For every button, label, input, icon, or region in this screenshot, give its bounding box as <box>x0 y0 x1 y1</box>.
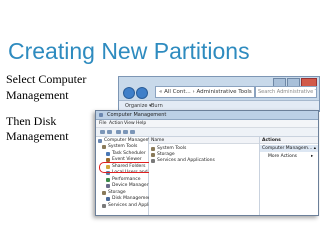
tree-item-label: Disk Management <box>112 196 153 201</box>
more-actions-link[interactable]: More Actions ▸ <box>268 154 313 160</box>
menu-action[interactable]: Action <box>109 120 123 127</box>
menu-help[interactable]: Help <box>136 120 146 127</box>
slide-title: Creating New Partitions <box>8 38 250 64</box>
tree-item-label: Performance <box>112 176 141 182</box>
show-hide-tree-icon[interactable] <box>123 130 128 134</box>
tree-node-icon <box>106 197 110 201</box>
submenu-arrow-icon: ▸ <box>311 154 314 159</box>
caption-line-4: Management <box>6 129 69 143</box>
tree-item[interactable]: System Tools <box>102 144 137 150</box>
navigation-tree: Computer Management System Tools Task Sch… <box>96 137 157 215</box>
address-bar[interactable]: « All Cont... › Administrative Tools <box>155 86 255 98</box>
computer-management-icon <box>99 113 103 117</box>
more-actions-label: More Actions <box>268 154 298 159</box>
menu-bar: File Action View Help <box>96 120 318 128</box>
caption-line-1: Select Computer <box>6 72 87 86</box>
column-header-name[interactable]: Name <box>149 137 259 144</box>
forward-arrow-icon[interactable] <box>136 87 148 99</box>
content-list: Name System Tools Storage Services and A… <box>149 137 260 215</box>
actions-context-label: Computer Managem... <box>262 146 313 151</box>
tree-node-icon <box>106 184 110 188</box>
services-icon <box>151 159 155 163</box>
caption-line-3: Then Disk <box>6 114 57 128</box>
tree-node-icon <box>102 203 106 208</box>
storage-icon <box>151 153 155 157</box>
actions-header: Actions <box>260 137 318 144</box>
help-icon[interactable] <box>130 130 135 134</box>
toolbar <box>96 128 318 137</box>
actions-pane: Actions Computer Managem... ▴ More Actio… <box>260 137 318 215</box>
menu-view[interactable]: View <box>124 120 135 127</box>
computer-management-window[interactable]: Computer Management File Action View Hel… <box>95 110 319 216</box>
tree-node-icon <box>106 151 110 156</box>
tree-item-label: System Tools <box>108 144 138 149</box>
list-item[interactable]: Services and Applications <box>151 158 215 164</box>
window-title: Computer Management <box>107 112 167 118</box>
tree-item[interactable]: Disk Management <box>106 196 153 202</box>
caption-line-2: Management <box>6 88 69 102</box>
collapse-arrow-icon[interactable]: ▴ <box>314 145 316 152</box>
tree-item[interactable]: Performance <box>106 177 141 183</box>
system-tools-icon <box>151 147 155 151</box>
tree-node-icon <box>102 190 106 195</box>
back-arrow-icon[interactable] <box>123 87 135 99</box>
back-icon[interactable] <box>100 130 105 134</box>
window-titlebar[interactable]: Computer Management <box>96 111 318 120</box>
computer-icon <box>98 139 102 143</box>
actions-context-bar[interactable]: Computer Managem... ▴ <box>260 145 318 152</box>
tree-node-icon <box>106 177 110 182</box>
tree-item-label: Storage <box>108 189 126 195</box>
tree-item[interactable]: Task Scheduler <box>106 151 146 157</box>
forward-icon[interactable] <box>107 130 112 134</box>
up-icon[interactable] <box>116 130 121 134</box>
tree-item[interactable]: Device Manager <box>106 183 149 189</box>
menu-file[interactable]: File <box>99 120 107 127</box>
tree-node-icon <box>102 145 106 149</box>
tree-item-label: Device Manager <box>112 183 149 188</box>
administrative-tools-window[interactable]: « All Cont... › Administrative Tools Sea… <box>118 76 320 112</box>
list-item-label: Services and Applications <box>157 158 215 163</box>
tree-item[interactable]: Storage <box>102 190 126 196</box>
tree-item-label: Task Scheduler <box>112 150 146 156</box>
search-input[interactable]: Search Administrative Tools <box>255 86 317 98</box>
